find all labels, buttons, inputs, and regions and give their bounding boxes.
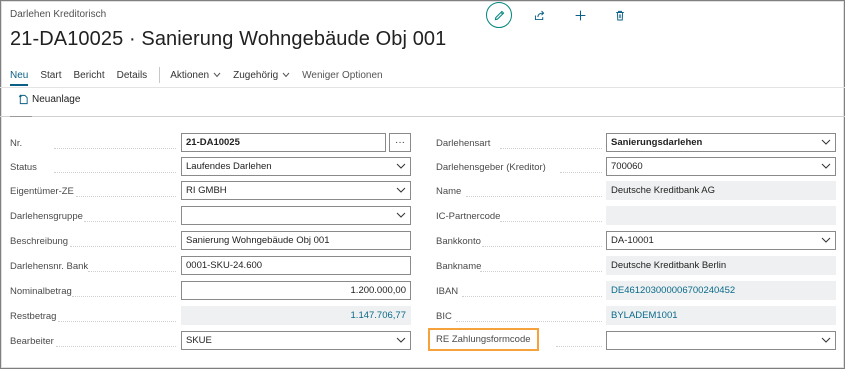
bankkonto-select[interactable]: DA-10001 <box>606 231 836 250</box>
field-label-bearbeiter: Bearbeiter <box>10 336 54 347</box>
field-label-darlehensgruppe: Darlehensgruppe <box>10 211 83 222</box>
dotted-leader <box>466 196 602 197</box>
dotted-leader <box>84 221 176 222</box>
restbetrag-link[interactable]: 1.147.706,77 <box>181 306 411 325</box>
section-divider <box>0 116 845 120</box>
field-label-bankkonto: Bankkonto <box>436 236 481 247</box>
dotted-leader <box>556 346 602 347</box>
field-label-beschreibung: Beschreibung <box>10 236 69 247</box>
menu-separator <box>159 67 161 83</box>
darlehensgeber-value: 700060 <box>611 161 643 172</box>
dotted-leader <box>76 196 176 197</box>
pencil-icon <box>494 10 504 20</box>
chevron-down-icon <box>213 72 221 78</box>
dotted-leader <box>72 296 176 297</box>
assist-edit-button[interactable]: ··· <box>389 133 411 152</box>
chevron-down-icon <box>396 212 406 218</box>
field-label-status: Status <box>10 162 37 173</box>
bearbeiter-value: SKUE <box>186 335 212 346</box>
menu-aktionen[interactable]: Aktionen <box>170 70 221 81</box>
dotted-leader <box>88 271 176 272</box>
re-zahlungsformcode-label: RE Zahlungsformcode <box>436 334 531 345</box>
dotted-leader <box>560 172 602 173</box>
chevron-down-icon <box>282 72 290 78</box>
dotted-leader <box>480 271 602 272</box>
bearbeiter-select[interactable]: SKUE <box>181 331 411 350</box>
field-label-name: Name <box>436 186 462 197</box>
menu-zugehoerig-label: Zugehörig <box>233 69 279 81</box>
dotted-leader <box>54 148 176 149</box>
field-label-bic: BIC <box>436 311 452 322</box>
field-label-darlehensgeber: Darlehensgeber (Kreditor) <box>436 162 546 173</box>
field-label-ic-partnercode: IC-Partnercode <box>436 211 501 222</box>
field-label-bankname: Bankname <box>436 261 482 272</box>
ic-partnercode-field <box>606 206 836 225</box>
status-value: Laufendes Darlehen <box>186 161 272 172</box>
edit-button[interactable] <box>486 2 512 28</box>
darlehensnr-bank-field[interactable]: 0001-SKU-24.600 <box>181 256 411 275</box>
dotted-leader <box>462 296 602 297</box>
share-button[interactable] <box>526 2 552 28</box>
add-button[interactable] <box>567 2 593 28</box>
eigentuemer-value: RI GMBH <box>186 185 227 196</box>
bic-link[interactable]: BYLADEM1001 <box>606 306 836 325</box>
new-record-label: Neuanlage <box>32 94 81 105</box>
beschreibung-field[interactable]: Sanierung Wohngebäude Obj 001 <box>181 231 411 250</box>
field-label-restbetrag: Restbetrag <box>10 311 57 322</box>
darlehensart-select[interactable]: Sanierungsdarlehen <box>606 133 836 152</box>
new-record-button[interactable]: Neuanlage <box>18 94 80 105</box>
dotted-leader <box>70 246 176 247</box>
action-menu-bar: Neu Start Bericht Details Aktionen Zugeh… <box>10 66 395 86</box>
menu-zugehoerig[interactable]: Zugehörig <box>233 70 290 81</box>
chevron-down-icon <box>821 237 831 243</box>
bankname-field: Deutsche Kreditbank Berlin <box>606 256 836 275</box>
darlehensgruppe-select[interactable] <box>181 206 411 225</box>
eigentuemer-select[interactable]: RI GMBH <box>181 181 411 200</box>
menu-aktionen-label: Aktionen <box>170 69 210 81</box>
bankkonto-value: DA-10001 <box>611 235 654 246</box>
dotted-leader <box>54 172 176 173</box>
dotted-leader <box>500 221 602 222</box>
fewer-options-button[interactable]: Weniger Optionen <box>302 70 382 81</box>
tab-neu[interactable]: Neu <box>10 70 29 86</box>
field-label-darlehensnr-bank: Darlehensnr. Bank <box>10 261 89 272</box>
name-field: Deutsche Kreditbank AG <box>606 181 836 200</box>
chevron-down-icon <box>821 163 831 169</box>
field-label-darlehensart: Darlehensart <box>436 138 491 149</box>
dotted-leader <box>58 321 176 322</box>
trash-icon <box>616 10 624 20</box>
chevron-down-icon <box>396 337 406 343</box>
menu-divider <box>0 87 845 88</box>
darlehensgeber-select[interactable]: 700060 <box>606 157 836 176</box>
field-label-nr: Nr. <box>10 138 23 149</box>
status-select[interactable]: Laufendes Darlehen <box>181 157 411 176</box>
tab-start[interactable]: Start <box>40 70 61 81</box>
nominalbetrag-field[interactable]: 1.200.000,00 <box>181 281 411 300</box>
page-title: 21-DA10025 · Sanierung Wohngebäude Obj 0… <box>10 28 447 50</box>
dotted-leader <box>500 148 602 149</box>
dotted-leader <box>456 321 602 322</box>
field-label-re-zahlungsformcode: RE Zahlungsformcode <box>428 328 539 351</box>
chevron-down-icon <box>821 337 831 343</box>
delete-button[interactable] <box>607 2 633 28</box>
field-label-eigentuemer: Eigentümer-ZE <box>10 186 74 197</box>
plus-icon <box>575 10 585 20</box>
dotted-leader <box>482 246 602 247</box>
tab-details[interactable]: Details <box>117 70 148 81</box>
field-label-iban: IBAN <box>436 286 459 297</box>
field-label-nominalbetrag: Nominalbetrag <box>10 286 72 297</box>
chevron-down-icon <box>396 163 406 169</box>
re-zahlungsformcode-select[interactable] <box>606 331 836 350</box>
new-document-icon <box>18 94 28 105</box>
darlehensart-value: Sanierungsdarlehen <box>611 137 703 148</box>
nr-field[interactable]: 21-DA10025 <box>181 133 386 152</box>
dotted-leader <box>56 346 176 347</box>
breadcrumb: Darlehen Kreditorisch <box>10 9 107 20</box>
chevron-down-icon <box>396 187 406 193</box>
share-icon <box>534 10 544 20</box>
chevron-down-icon <box>821 139 831 145</box>
tab-bericht[interactable]: Bericht <box>73 70 104 81</box>
iban-link[interactable]: DE46120300000670024045​2 <box>606 281 836 300</box>
